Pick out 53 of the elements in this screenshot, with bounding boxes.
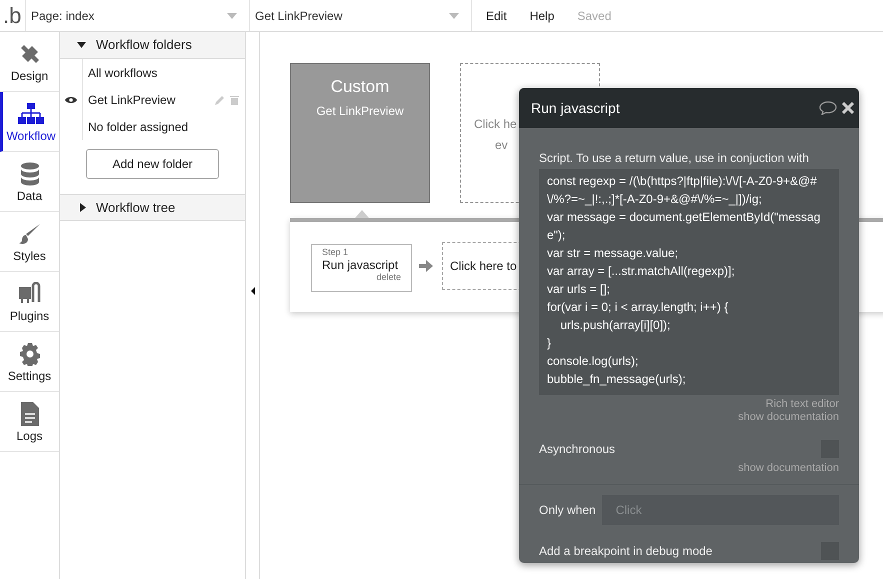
code-line: const regexp = /(\b(https?|ftp|file):\/\/[-A-Z0-9+&@#\/%?=~_|!:,.;]*[-A-Z0-9+&@#\/%=~_|])/ig;: [547, 173, 818, 208]
brush-icon: [18, 222, 42, 246]
sidebar-tab[interactable]: Data: [0, 152, 59, 212]
caret-down-icon: [77, 42, 86, 48]
folder-item[interactable]: No folder assigned: [82, 113, 245, 140]
pointer-notch-icon: [355, 210, 369, 218]
comment-icon[interactable]: [819, 101, 837, 115]
workflow-dropdown[interactable]: Get LinkPreview: [249, 0, 471, 31]
database-icon: [20, 162, 40, 186]
menu-item[interactable]: Help: [530, 6, 554, 24]
field-label: Only when: [539, 502, 596, 518]
code-line: bubble_fn_message(urls);: [547, 371, 687, 388]
folder-item[interactable]: Get LinkPreview: [82, 86, 215, 113]
placeholder-text: Click he: [474, 116, 517, 133]
code-line: var array = [...str.matchAll(regexp)];: [547, 263, 736, 280]
section-header[interactable]: Workflow tree: [60, 194, 245, 221]
popup-title: Run javascript: [531, 98, 620, 118]
page-dropdown[interactable]: Page: index: [25, 0, 249, 31]
sidebar-tab[interactable]: Workflow: [0, 92, 59, 152]
arrow-right-icon: [419, 260, 433, 272]
plug-icon: [18, 282, 40, 306]
caret-right-icon: [80, 203, 86, 212]
caret-down-icon: [449, 12, 459, 18]
sidebar-tab[interactable]: Logs: [0, 392, 59, 452]
sidebar-tab[interactable]: Settings: [0, 332, 59, 392]
placeholder-text: Click here to: [450, 258, 517, 275]
close-icon[interactable]: [842, 102, 854, 114]
code-line: var message = document.getElementById("message");: [547, 209, 822, 244]
field-label: Script. To use a return value, use in conjuction with: [539, 150, 810, 167]
placeholder-text: ev: [495, 137, 508, 154]
action-step[interactable]: Step 1 Run javascript delete: [311, 244, 412, 292]
logo[interactable]: .b: [0, 4, 25, 26]
gear-icon: [18, 342, 42, 366]
menu-item[interactable]: Edit: [486, 6, 507, 24]
code-line: console.log(urls);: [547, 353, 640, 370]
folder-item[interactable]: All workflows: [82, 59, 245, 86]
document-icon: [20, 402, 38, 426]
caret-down-icon: [227, 12, 237, 18]
sidebar-tab[interactable]: Design: [0, 32, 59, 92]
field-label: Asynchronous: [539, 441, 616, 458]
save-status: Saved: [577, 8, 612, 24]
sidebar-tab[interactable]: Plugins: [0, 272, 59, 332]
code-line: var str = message.value;: [547, 245, 680, 262]
section-header[interactable]: Workflow folders: [60, 32, 245, 59]
sidebar-tab[interactable]: Styles: [0, 212, 59, 272]
field-label: Add a breakpoint in debug mode: [539, 542, 712, 560]
collapse-caret-icon[interactable]: [250, 286, 254, 294]
code-line: }: [547, 335, 552, 352]
sitemap-icon: [18, 102, 44, 126]
code-line: urls.push(array[i][0]);: [559, 317, 672, 334]
code-line: var urls = [];: [547, 281, 612, 298]
add-folder-button[interactable]: Add new folder: [86, 149, 219, 179]
code-line: for(var i = 0; i < array.length; i++) {: [547, 299, 730, 316]
